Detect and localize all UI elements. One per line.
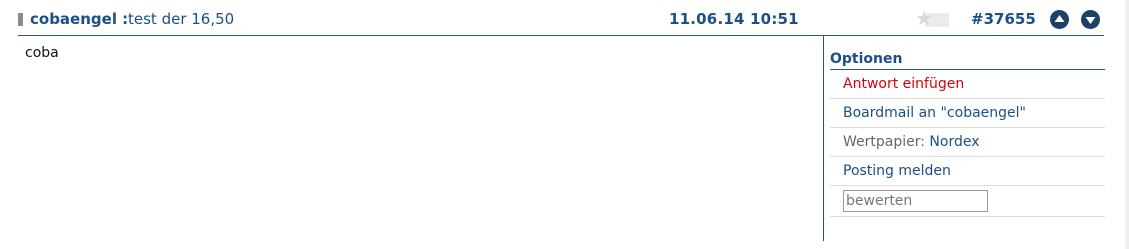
- rate-row: [830, 186, 1105, 217]
- boardmail-link[interactable]: Boardmail an "cobaengel": [830, 99, 1105, 128]
- post-body: coba: [25, 45, 59, 61]
- post-datetime: 11.06.14 10:51: [669, 10, 799, 28]
- reply-link[interactable]: Antwort einfügen: [830, 70, 1105, 99]
- post-marker: [18, 13, 23, 26]
- rating-star[interactable]: ★: [915, 6, 951, 30]
- security-label: Wertpapier:: [843, 134, 925, 150]
- posting-container: cobaengel : test der 16,50 11.06.14 10:5…: [0, 0, 1129, 249]
- security-row: Wertpapier: Nordex: [830, 128, 1105, 157]
- header-divider: [18, 35, 1104, 36]
- arrow-up-circle-icon[interactable]: [1050, 10, 1069, 29]
- column-divider: [823, 36, 824, 241]
- options-title: Optionen: [830, 49, 1105, 70]
- post-id-link[interactable]: #37655: [971, 10, 1036, 28]
- post-header: cobaengel : test der 16,50 11.06.14 10:5…: [18, 7, 1104, 35]
- scrollbar-edge: [1125, 0, 1129, 249]
- report-link[interactable]: Posting melden: [830, 157, 1105, 186]
- author-name[interactable]: cobaengel :: [30, 10, 128, 28]
- arrow-down-circle-icon[interactable]: [1081, 10, 1100, 29]
- post-subject[interactable]: test der 16,50: [128, 10, 234, 28]
- star-icon: ★: [915, 6, 933, 30]
- security-link[interactable]: Nordex: [929, 134, 979, 150]
- options-panel: Optionen Antwort einfügen Boardmail an "…: [830, 49, 1105, 217]
- rate-input[interactable]: [843, 190, 988, 212]
